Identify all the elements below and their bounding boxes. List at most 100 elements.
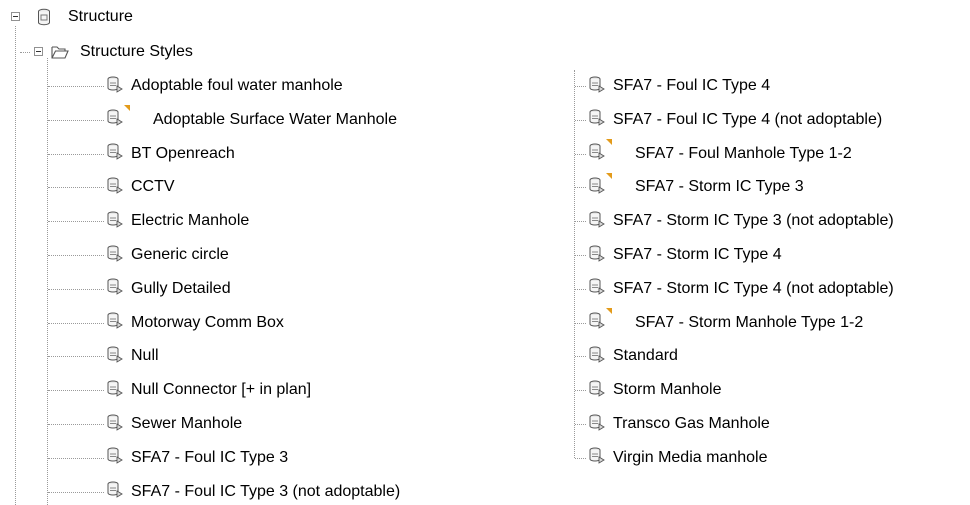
structure-style-icon [586, 74, 606, 99]
tree-connector [48, 187, 104, 189]
structure-style-icon [104, 105, 130, 132]
structure-style-icon [104, 175, 124, 200]
structure-style-icon [104, 344, 124, 369]
structure-style-item[interactable]: SFA7 - Storm IC Type 3 (not adoptable) [586, 210, 894, 232]
tree-connector [575, 255, 586, 256]
structure-style-icon [586, 139, 612, 166]
structure-style-icon [586, 412, 606, 437]
tree-connector [48, 322, 104, 324]
structure-style-item[interactable]: Gully Detailed [104, 278, 231, 300]
structure-style-icon [104, 74, 124, 99]
tree-connector [575, 187, 586, 189]
structure-style-icon [104, 243, 124, 268]
structure-style-item[interactable]: Null [104, 345, 159, 367]
modified-flag-icon [606, 139, 612, 146]
structure-style-icon [586, 445, 606, 470]
structure-style-icon [586, 107, 606, 132]
tree-guide-line-styles [47, 58, 48, 505]
structure-style-item[interactable]: SFA7 - Foul IC Type 4 [586, 75, 770, 97]
tree-node-structure-styles[interactable]: Structure Styles [50, 41, 193, 63]
structure-style-item[interactable]: Standard [586, 345, 678, 367]
tree-connector [48, 153, 104, 155]
structure-style-item[interactable]: Storm Manhole [586, 379, 722, 401]
tree-connector [575, 356, 586, 358]
structure-style-label: SFA7 - Storm Manhole Type 1-2 [635, 313, 864, 331]
structure-style-label: Adoptable Surface Water Manhole [153, 110, 397, 128]
modified-flag-icon [124, 105, 130, 112]
structure-style-icon [586, 209, 606, 234]
tree-node-structure[interactable]: Structure [34, 6, 133, 28]
structure-style-label: Motorway Comm Box [131, 313, 284, 331]
structure-style-item[interactable]: Transco Gas Manhole [586, 413, 770, 435]
structure-style-icon [586, 344, 606, 369]
modified-flag-icon [606, 172, 612, 179]
tree-connector [575, 288, 586, 290]
structure-style-item[interactable]: Adoptable foul water manhole [104, 75, 343, 97]
tree-connector [575, 390, 586, 392]
tree-connector-styles [20, 52, 30, 53]
tree-connector [575, 119, 586, 121]
structure-style-icon [104, 378, 124, 403]
structure-style-label: SFA7 - Storm IC Type 3 [635, 178, 804, 196]
collapse-root-toggle[interactable] [11, 12, 20, 21]
modified-flag-icon [606, 308, 612, 315]
structure-style-label: CCTV [131, 178, 175, 196]
structure-style-label: Null [131, 347, 159, 365]
structure-style-icon [586, 378, 606, 403]
structure-style-item[interactable]: Adoptable Surface Water Manhole [104, 105, 397, 132]
structure-style-item[interactable]: SFA7 - Foul Manhole Type 1-2 [586, 139, 852, 166]
structure-style-item[interactable]: Generic circle [104, 244, 229, 266]
structure-style-label: SFA7 - Foul IC Type 4 [613, 77, 771, 94]
structure-style-item[interactable]: SFA7 - Foul IC Type 3 (not adoptable) [104, 481, 400, 503]
structure-style-icon [104, 141, 124, 166]
structure-style-label: SFA7 - Foul Manhole Type 1-2 [635, 144, 852, 162]
structure-style-icon [104, 276, 124, 301]
structure-cylinder-icon [38, 8, 50, 26]
structure-style-label: Transco Gas Manhole [613, 415, 770, 432]
structure-style-label: Adoptable foul water manhole [131, 77, 343, 94]
collapse-styles-toggle[interactable] [34, 47, 43, 56]
structure-style-label: Generic circle [131, 246, 229, 263]
tree-connector [575, 86, 586, 87]
structure-style-label: Null Connector [+ in plan] [131, 381, 312, 399]
structure-style-label: Gully Detailed [131, 279, 231, 297]
structure-style-item[interactable]: SFA7 - Storm IC Type 3 [586, 172, 804, 200]
tree-node-label: Structure Styles [80, 43, 193, 60]
tree-connector [575, 322, 586, 324]
structure-style-icon [104, 310, 124, 335]
structure-style-icon [586, 276, 606, 301]
tree-connector [48, 424, 104, 425]
structure-style-label: Standard [613, 347, 678, 365]
structure-style-label: Sewer Manhole [131, 415, 243, 432]
tree-connector [575, 457, 586, 459]
structure-style-icon [104, 445, 124, 470]
tree-connector [575, 221, 586, 223]
structure-style-item[interactable]: Electric Manhole [104, 210, 249, 232]
structure-style-icon [586, 172, 612, 200]
tree-connector [48, 86, 104, 87]
structure-style-item[interactable]: Motorway Comm Box [104, 312, 284, 334]
structure-style-label: SFA7 - Storm IC Type 4 [613, 246, 782, 263]
tree-guide-line-right-column [574, 70, 575, 458]
open-folder-icon [51, 46, 69, 59]
structure-style-label: SFA7 - Foul IC Type 3 [131, 448, 289, 466]
structure-style-icon [104, 479, 124, 504]
structure-style-item[interactable]: SFA7 - Storm Manhole Type 1-2 [586, 308, 864, 335]
structure-style-label: BT Openreach [131, 144, 235, 162]
structure-style-item[interactable]: SFA7 - Foul IC Type 3 [104, 447, 288, 469]
structure-style-label: SFA7 - Storm IC Type 4 (not adoptable) [613, 279, 894, 297]
structure-style-item[interactable]: CCTV [104, 176, 175, 198]
structure-style-item[interactable]: BT Openreach [104, 143, 235, 165]
structure-style-item[interactable]: SFA7 - Storm IC Type 4 (not adoptable) [586, 278, 894, 300]
structure-style-item[interactable]: Sewer Manhole [104, 413, 242, 435]
structure-style-item[interactable]: SFA7 - Foul IC Type 4 (not adoptable) [586, 109, 882, 131]
structure-style-icon [586, 308, 612, 335]
structure-style-item[interactable]: Null Connector [+ in plan] [104, 379, 311, 401]
structure-style-item[interactable]: Virgin Media manhole [586, 447, 767, 469]
structure-style-label: SFA7 - Storm IC Type 3 (not adoptable) [613, 212, 894, 230]
structure-style-item[interactable]: SFA7 - Storm IC Type 4 [586, 244, 782, 266]
tree-connector [48, 221, 104, 223]
tree-connector [48, 390, 104, 392]
structure-style-label: Virgin Media manhole [613, 448, 768, 466]
tree-connector [575, 153, 586, 155]
